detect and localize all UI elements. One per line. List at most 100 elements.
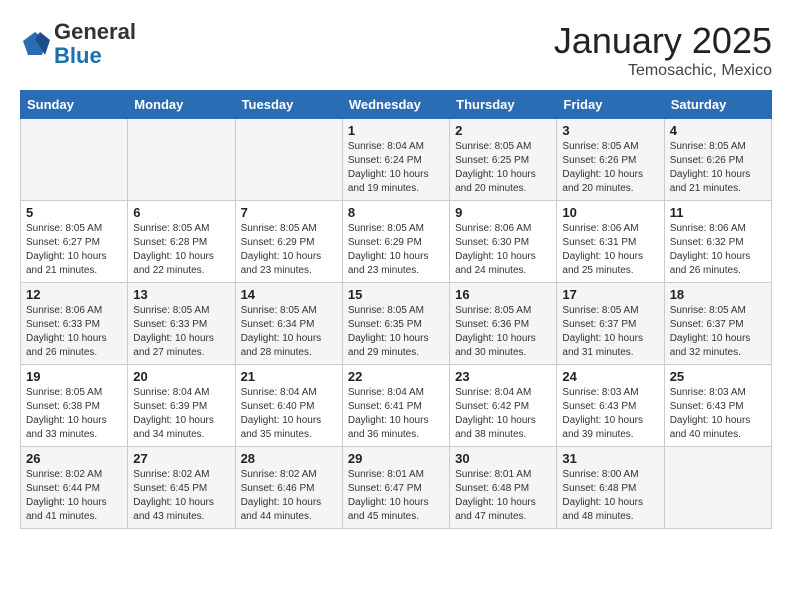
weekday-header-row: SundayMondayTuesdayWednesdayThursdayFrid… [21, 91, 772, 119]
day-info: Sunrise: 8:02 AM Sunset: 6:46 PM Dayligh… [241, 468, 337, 524]
day-info: Sunrise: 8:01 AM Sunset: 6:47 PM Dayligh… [348, 468, 444, 524]
logo: General Blue [20, 20, 136, 68]
calendar-cell: 2Sunrise: 8:05 AM Sunset: 6:25 PM Daylig… [450, 119, 557, 201]
day-number: 27 [133, 451, 229, 466]
calendar-week-row: 19Sunrise: 8:05 AM Sunset: 6:38 PM Dayli… [21, 365, 772, 447]
day-info: Sunrise: 8:05 AM Sunset: 6:25 PM Dayligh… [455, 140, 551, 196]
calendar-cell: 28 Sunrise: 8:02 AM Sunset: 6:46 PM Dayli… [235, 447, 342, 529]
calendar-cell: 16 Sunrise: 8:05 AM Sunset: 6:36 PM Dayli… [450, 283, 557, 365]
day-info: Sunrise: 8:02 AM Sunset: 6:44 PM Dayligh… [26, 468, 122, 524]
day-number: 23 [455, 369, 551, 384]
day-number: 17 [562, 287, 658, 302]
day-info: Sunrise: 8:00 AM Sunset: 6:48 PM Dayligh… [562, 468, 658, 524]
day-number: 29 [348, 451, 444, 466]
calendar-cell: 30 Sunrise: 8:01 AM Sunset: 6:48 PM Dayli… [450, 447, 557, 529]
day-info: Sunrise: 8:05 AM Sunset: 6:37 PM Dayligh… [562, 304, 658, 360]
calendar-cell: 14 Sunrise: 8:05 AM Sunset: 6:34 PM Dayli… [235, 283, 342, 365]
day-info: Sunrise: 8:01 AM Sunset: 6:48 PM Dayligh… [455, 468, 551, 524]
day-number: 28 [241, 451, 337, 466]
calendar-week-row: 12Sunrise: 8:06 AM Sunset: 6:33 PM Dayli… [21, 283, 772, 365]
calendar-cell: 31 Sunrise: 8:00 AM Sunset: 6:48 PM Dayli… [557, 447, 664, 529]
weekday-header: Sunday [21, 91, 128, 119]
title-block: January 2025 Temosachic, Mexico [554, 20, 772, 80]
calendar-cell: 22 Sunrise: 8:04 AM Sunset: 6:41 PM Dayli… [342, 365, 449, 447]
calendar-cell [128, 119, 235, 201]
calendar-week-row: 1Sunrise: 8:04 AM Sunset: 6:24 PM Daylig… [21, 119, 772, 201]
day-number: 31 [562, 451, 658, 466]
day-info: Sunrise: 8:06 AM Sunset: 6:31 PM Dayligh… [562, 222, 658, 278]
calendar-table: SundayMondayTuesdayWednesdayThursdayFrid… [20, 90, 772, 529]
weekday-header: Tuesday [235, 91, 342, 119]
day-info: Sunrise: 8:02 AM Sunset: 6:45 PM Dayligh… [133, 468, 229, 524]
location: Temosachic, Mexico [554, 62, 772, 80]
calendar-cell: 15 Sunrise: 8:05 AM Sunset: 6:35 PM Dayli… [342, 283, 449, 365]
calendar-cell: 29 Sunrise: 8:01 AM Sunset: 6:47 PM Dayli… [342, 447, 449, 529]
day-info: Sunrise: 8:05 AM Sunset: 6:26 PM Dayligh… [670, 140, 766, 196]
calendar-cell: 12Sunrise: 8:06 AM Sunset: 6:33 PM Dayli… [21, 283, 128, 365]
day-number: 7 [241, 205, 337, 220]
day-info: Sunrise: 8:05 AM Sunset: 6:26 PM Dayligh… [562, 140, 658, 196]
day-number: 15 [348, 287, 444, 302]
calendar-cell: 27 Sunrise: 8:02 AM Sunset: 6:45 PM Dayli… [128, 447, 235, 529]
day-info: Sunrise: 8:05 AM Sunset: 6:29 PM Dayligh… [241, 222, 337, 278]
day-number: 11 [670, 205, 766, 220]
day-info: Sunrise: 8:05 AM Sunset: 6:36 PM Dayligh… [455, 304, 551, 360]
day-info: Sunrise: 8:04 AM Sunset: 6:40 PM Dayligh… [241, 386, 337, 442]
day-number: 30 [455, 451, 551, 466]
day-number: 9 [455, 205, 551, 220]
weekday-header: Friday [557, 91, 664, 119]
day-number: 26 [26, 451, 122, 466]
day-info: Sunrise: 8:06 AM Sunset: 6:33 PM Dayligh… [26, 304, 122, 360]
calendar-cell: 3 Sunrise: 8:05 AM Sunset: 6:26 PM Daylig… [557, 119, 664, 201]
day-number: 14 [241, 287, 337, 302]
page-header: General Blue January 2025 Temosachic, Me… [20, 20, 772, 80]
calendar-cell: 11 Sunrise: 8:06 AM Sunset: 6:32 PM Dayli… [664, 201, 771, 283]
day-number: 4 [670, 123, 766, 138]
calendar-cell: 13Sunrise: 8:05 AM Sunset: 6:33 PM Dayli… [128, 283, 235, 365]
day-number: 25 [670, 369, 766, 384]
day-info: Sunrise: 8:04 AM Sunset: 6:39 PM Dayligh… [133, 386, 229, 442]
day-info: Sunrise: 8:05 AM Sunset: 6:35 PM Dayligh… [348, 304, 444, 360]
day-number: 10 [562, 205, 658, 220]
month-title: January 2025 [554, 20, 772, 62]
day-info: Sunrise: 8:05 AM Sunset: 6:29 PM Dayligh… [348, 222, 444, 278]
day-number: 18 [670, 287, 766, 302]
calendar-cell [664, 447, 771, 529]
calendar-cell: 24Sunrise: 8:03 AM Sunset: 6:43 PM Dayli… [557, 365, 664, 447]
day-info: Sunrise: 8:04 AM Sunset: 6:41 PM Dayligh… [348, 386, 444, 442]
weekday-header: Saturday [664, 91, 771, 119]
day-info: Sunrise: 8:06 AM Sunset: 6:32 PM Dayligh… [670, 222, 766, 278]
day-info: Sunrise: 8:03 AM Sunset: 6:43 PM Dayligh… [562, 386, 658, 442]
calendar-cell: 1Sunrise: 8:04 AM Sunset: 6:24 PM Daylig… [342, 119, 449, 201]
calendar-cell: 23Sunrise: 8:04 AM Sunset: 6:42 PM Dayli… [450, 365, 557, 447]
day-info: Sunrise: 8:05 AM Sunset: 6:28 PM Dayligh… [133, 222, 229, 278]
day-number: 6 [133, 205, 229, 220]
logo-blue: Blue [54, 43, 102, 68]
day-number: 19 [26, 369, 122, 384]
weekday-header: Thursday [450, 91, 557, 119]
day-info: Sunrise: 8:05 AM Sunset: 6:34 PM Dayligh… [241, 304, 337, 360]
calendar-cell: 26 Sunrise: 8:02 AM Sunset: 6:44 PM Dayli… [21, 447, 128, 529]
weekday-header: Wednesday [342, 91, 449, 119]
calendar-week-row: 26 Sunrise: 8:02 AM Sunset: 6:44 PM Dayli… [21, 447, 772, 529]
calendar-cell [235, 119, 342, 201]
day-number: 20 [133, 369, 229, 384]
day-number: 1 [348, 123, 444, 138]
day-info: Sunrise: 8:05 AM Sunset: 6:33 PM Dayligh… [133, 304, 229, 360]
day-number: 3 [562, 123, 658, 138]
day-number: 8 [348, 205, 444, 220]
day-number: 16 [455, 287, 551, 302]
calendar-cell: 20 Sunrise: 8:04 AM Sunset: 6:39 PM Dayli… [128, 365, 235, 447]
calendar-cell: 5 Sunrise: 8:05 AM Sunset: 6:27 PM Daylig… [21, 201, 128, 283]
logo-text: General Blue [54, 20, 136, 68]
calendar-cell: 25Sunrise: 8:03 AM Sunset: 6:43 PM Dayli… [664, 365, 771, 447]
day-number: 5 [26, 205, 122, 220]
calendar-cell: 17 Sunrise: 8:05 AM Sunset: 6:37 PM Dayli… [557, 283, 664, 365]
day-info: Sunrise: 8:05 AM Sunset: 6:27 PM Dayligh… [26, 222, 122, 278]
calendar-week-row: 5 Sunrise: 8:05 AM Sunset: 6:27 PM Daylig… [21, 201, 772, 283]
day-info: Sunrise: 8:05 AM Sunset: 6:37 PM Dayligh… [670, 304, 766, 360]
calendar-cell: 10 Sunrise: 8:06 AM Sunset: 6:31 PM Dayli… [557, 201, 664, 283]
day-number: 22 [348, 369, 444, 384]
calendar-cell: 19Sunrise: 8:05 AM Sunset: 6:38 PM Dayli… [21, 365, 128, 447]
day-number: 21 [241, 369, 337, 384]
